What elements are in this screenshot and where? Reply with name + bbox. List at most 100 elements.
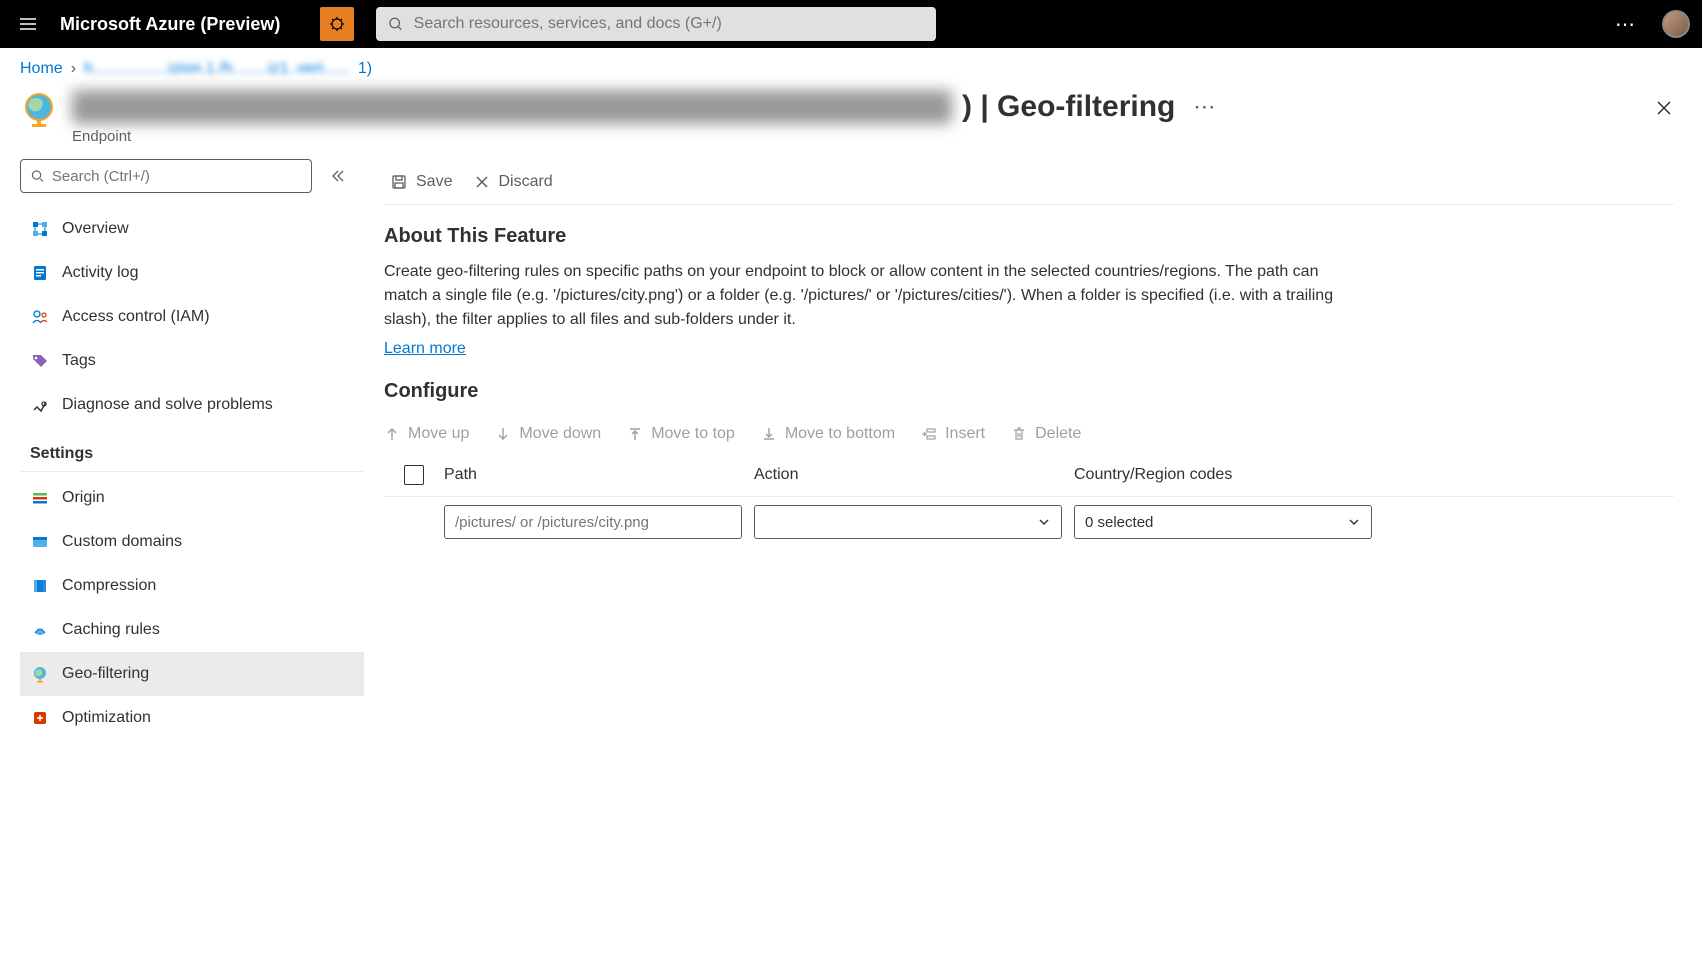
discard-icon xyxy=(474,174,490,190)
insert-button[interactable]: Insert xyxy=(921,425,985,443)
nav-tags[interactable]: Tags xyxy=(20,339,364,383)
move-bottom-button[interactable]: Move to bottom xyxy=(761,425,895,443)
country-value: 0 selected xyxy=(1085,514,1153,531)
rules-table: Path Action Country/Region codes xyxy=(384,453,1674,547)
path-input[interactable] xyxy=(444,505,742,539)
caching-rules-icon xyxy=(30,620,50,640)
nav-access-control[interactable]: Access control (IAM) xyxy=(20,295,364,339)
arrow-down-icon xyxy=(495,426,511,442)
nav-geo-filtering[interactable]: Geo-filtering xyxy=(20,652,364,696)
close-button[interactable] xyxy=(1646,90,1682,126)
save-button[interactable]: Save xyxy=(384,169,458,195)
col-country: Country/Region codes xyxy=(1074,466,1674,484)
arrow-bottom-icon xyxy=(761,426,777,442)
nav-label: Access control (IAM) xyxy=(62,308,210,326)
save-label: Save xyxy=(416,173,452,191)
nav-label: Optimization xyxy=(62,709,151,727)
select-all-checkbox[interactable] xyxy=(404,465,424,485)
page-subtitle: Endpoint xyxy=(72,128,1632,145)
arrow-top-icon xyxy=(627,426,643,442)
top-bar: Microsoft Azure (Preview) ⋯ xyxy=(0,0,1702,48)
learn-more-link[interactable]: Learn more xyxy=(384,340,466,358)
nav-activity-log[interactable]: Activity log xyxy=(20,251,364,295)
collapse-sidebar-button[interactable] xyxy=(326,164,350,188)
nav-compression[interactable]: Compression xyxy=(20,564,364,608)
breadcrumb-current-redacted: h.................izion.1./h........iz1.… xyxy=(84,60,350,78)
page-title: ) | Geo-filtering xyxy=(962,90,1175,124)
chevron-down-icon xyxy=(1347,515,1361,529)
access-control-icon xyxy=(30,307,50,327)
nav-caching-rules[interactable]: Caching rules xyxy=(20,608,364,652)
hamburger-menu[interactable] xyxy=(12,8,44,40)
about-heading: About This Feature xyxy=(384,225,1674,248)
nav-label: Diagnose and solve problems xyxy=(62,396,273,414)
nav-label: Overview xyxy=(62,220,129,238)
save-icon xyxy=(390,173,408,191)
title-more-button[interactable]: ⋯ xyxy=(1185,94,1225,120)
brand-label: Microsoft Azure (Preview) xyxy=(60,14,280,35)
col-action: Action xyxy=(754,466,1074,484)
sidebar-search[interactable] xyxy=(20,159,312,193)
move-down-button[interactable]: Move down xyxy=(495,425,601,443)
breadcrumb: Home › h.................izion.1./h.....… xyxy=(20,60,1682,78)
custom-domains-icon xyxy=(30,532,50,552)
page-header: ) | Geo-filtering ⋯ Endpoint xyxy=(20,90,1682,145)
search-icon xyxy=(31,169,44,183)
about-description: Create geo-filtering rules on specific p… xyxy=(384,260,1344,332)
table-header: Path Action Country/Region codes xyxy=(384,453,1674,497)
sidebar: Overview Activity log Access control (IA… xyxy=(20,159,364,961)
close-icon xyxy=(1655,99,1673,117)
tags-icon xyxy=(30,351,50,371)
nav-custom-domains[interactable]: Custom domains xyxy=(20,520,364,564)
global-search[interactable] xyxy=(376,7,936,41)
report-bug-button[interactable] xyxy=(320,7,354,41)
nav-label: Activity log xyxy=(62,264,138,282)
resource-name-redacted xyxy=(72,90,952,124)
diagnose-icon xyxy=(30,395,50,415)
bug-icon xyxy=(328,15,346,33)
nav-label: Tags xyxy=(62,352,96,370)
delete-button[interactable]: Delete xyxy=(1011,425,1081,443)
topbar-more-button[interactable]: ⋯ xyxy=(1606,4,1646,44)
insert-icon xyxy=(921,426,937,442)
configure-heading: Configure xyxy=(384,380,1674,403)
move-top-button[interactable]: Move to top xyxy=(627,425,735,443)
compression-icon xyxy=(30,576,50,596)
nav-origin[interactable]: Origin xyxy=(20,476,364,520)
move-up-button[interactable]: Move up xyxy=(384,425,469,443)
country-select[interactable]: 0 selected xyxy=(1074,505,1372,539)
chevron-double-left-icon xyxy=(330,168,346,184)
command-bar: Save Discard xyxy=(384,159,1674,205)
breadcrumb-suffix: 1) xyxy=(358,60,372,78)
geo-filtering-icon xyxy=(30,664,50,684)
nav-overview[interactable]: Overview xyxy=(20,207,364,251)
table-toolbar: Move up Move down Move to top Move to bo… xyxy=(384,415,1674,453)
sidebar-settings-label: Settings xyxy=(20,427,364,472)
sidebar-nav: Overview Activity log Access control (IA… xyxy=(20,207,364,961)
origin-icon xyxy=(30,488,50,508)
search-icon xyxy=(388,16,403,32)
global-search-input[interactable] xyxy=(414,15,925,33)
discard-button[interactable]: Discard xyxy=(468,169,558,195)
breadcrumb-home[interactable]: Home xyxy=(20,60,63,78)
table-row: 0 selected xyxy=(384,497,1674,547)
overview-icon xyxy=(30,219,50,239)
action-select[interactable] xyxy=(754,505,1062,539)
nav-label: Geo-filtering xyxy=(62,665,149,683)
main-content: Save Discard About This Feature Create g… xyxy=(364,159,1682,961)
nav-label: Caching rules xyxy=(62,621,160,639)
activity-log-icon xyxy=(30,263,50,283)
discard-label: Discard xyxy=(498,173,552,191)
globe-icon xyxy=(20,90,58,128)
nav-label: Custom domains xyxy=(62,533,182,551)
nav-optimization[interactable]: Optimization xyxy=(20,696,364,740)
nav-diagnose[interactable]: Diagnose and solve problems xyxy=(20,383,364,427)
arrow-up-icon xyxy=(384,426,400,442)
chevron-down-icon xyxy=(1037,515,1051,529)
user-avatar[interactable] xyxy=(1662,10,1690,38)
optimization-icon xyxy=(30,708,50,728)
nav-label: Origin xyxy=(62,489,105,507)
nav-label: Compression xyxy=(62,577,156,595)
chevron-right-icon: › xyxy=(71,60,76,78)
sidebar-search-input[interactable] xyxy=(52,168,301,185)
